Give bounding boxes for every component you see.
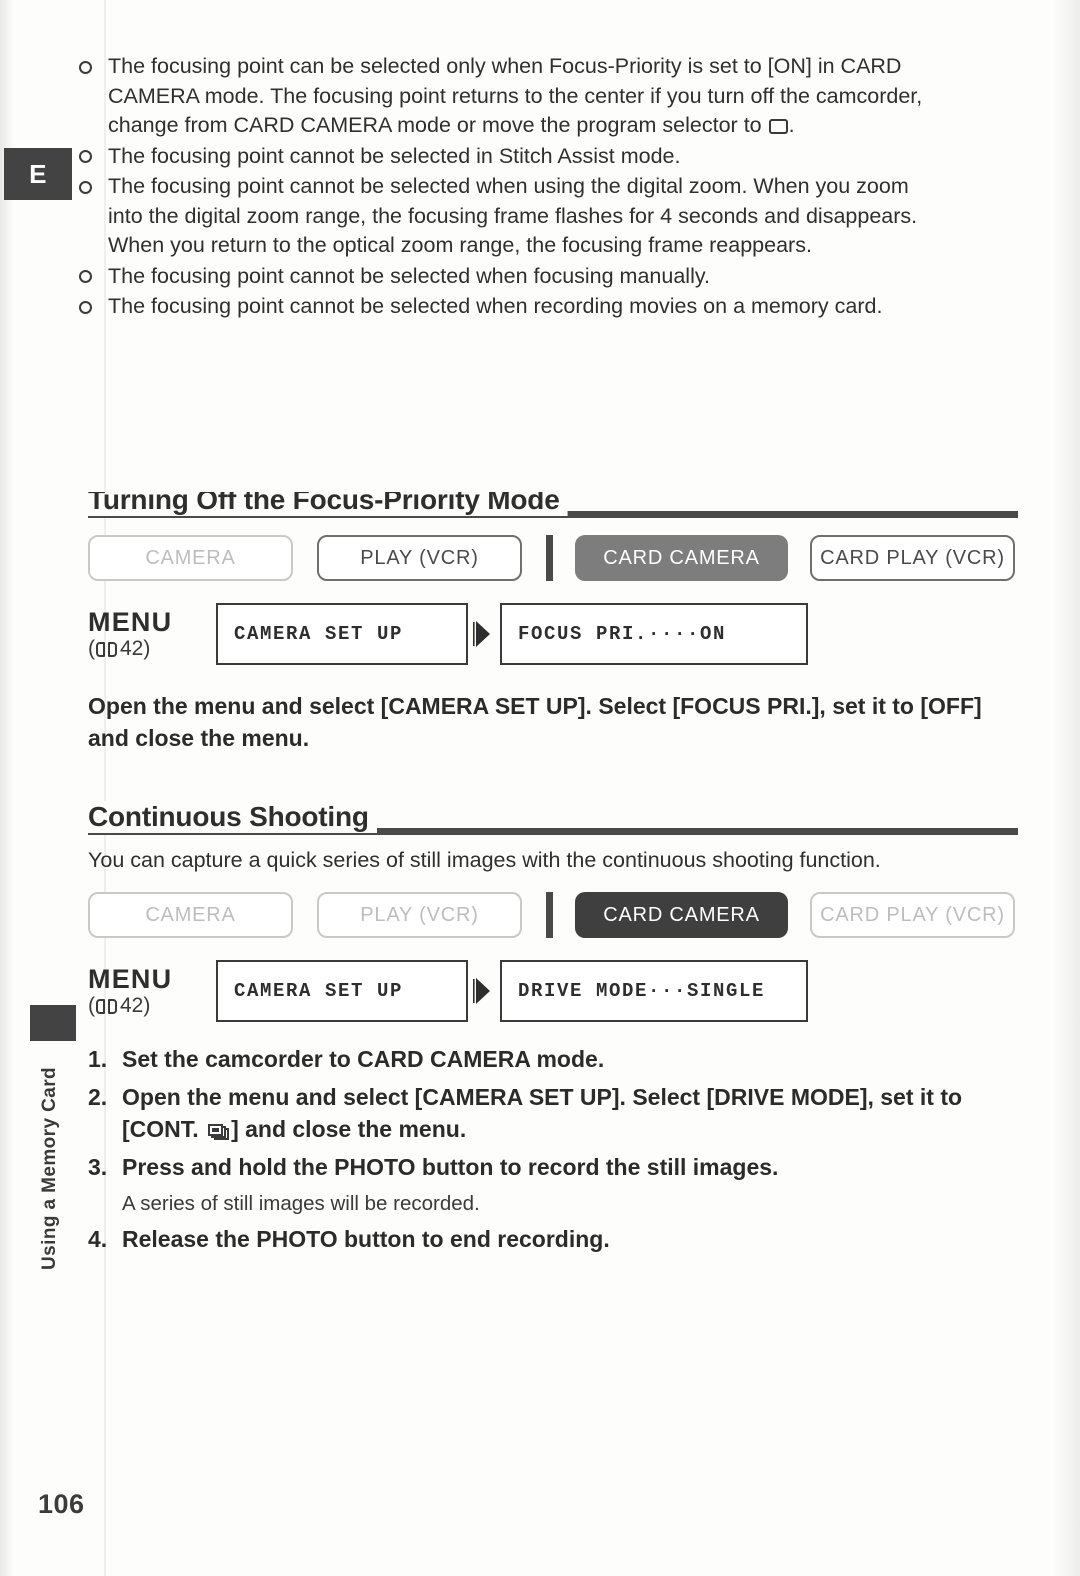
program-selector-icon (768, 119, 788, 134)
mode-pill-play-vcr: PLAY (VCR) (317, 535, 522, 581)
note-text: The focusing point cannot be selected wh… (108, 263, 710, 288)
chevron-right-icon (468, 619, 500, 649)
section-continuous-shooting: Continuous Shooting You can capture a qu… (88, 795, 1018, 1261)
menu-label: MENU (42) (88, 606, 216, 660)
note-text: The focusing point cannot be selected wh… (108, 294, 883, 318)
menu-box-setting[interactable]: DRIVE MODE···SINGLE (500, 960, 808, 1022)
side-tab-label: Using a Memory Card (30, 1040, 70, 1270)
scan-edge-left (0, 0, 14, 1576)
side-tab-block (30, 1005, 76, 1041)
mode-row-divider (546, 892, 553, 938)
bullet-circle-icon (79, 270, 92, 283)
menu-ref-open: ( (88, 637, 95, 661)
chevron-right-icon (468, 976, 500, 1006)
step-text: Press and hold the PHOTO button to recor… (122, 1154, 779, 1180)
notes-list: The focusing point can be selected only … (78, 52, 930, 323)
step-number: 4. (88, 1226, 108, 1252)
step-number: 1. (88, 1046, 108, 1072)
step-number: 2. (88, 1084, 108, 1110)
bullet-circle-icon (79, 60, 92, 74)
book-icon (96, 642, 117, 658)
step-note: A series of still images will be recorde… (122, 1192, 480, 1215)
step-text: Release the PHOTO button to end recordin… (122, 1226, 610, 1252)
step-text: Set the camcorder to CARD CAMERA mode. (122, 1046, 605, 1072)
menu-page-reference: (42) (88, 638, 216, 660)
mode-pill-camera: CAMERA (88, 535, 293, 581)
mode-indicator-row: CAMERA PLAY (VCR) CARD CAMERA CARD PLAY … (88, 887, 1018, 943)
menu-ref-open: ( (88, 994, 95, 1018)
section-heading-continuous-shooting: Continuous Shooting (88, 795, 1018, 835)
instruction-focus-priority: Open the menu and select [CAMERA SET UP]… (88, 693, 982, 751)
menu-path-row: MENU (42) CAMERA SET UP DRIVE MODE···SIN… (88, 953, 1018, 1029)
bullet-circle-icon (79, 300, 92, 314)
scan-edge-right (1054, 0, 1080, 1576)
note-text: The focusing point cannot be selected wh… (108, 174, 918, 257)
menu-box-category[interactable]: CAMERA SET UP (216, 960, 468, 1022)
note-text: The focusing point cannot be selected in… (108, 143, 681, 168)
note-item: The focusing point cannot be selected wh… (78, 172, 930, 261)
mode-pill-card-camera: CARD CAMERA (575, 535, 788, 581)
menu-label: MENU (42) (88, 963, 216, 1017)
note-text-tail: . (788, 113, 795, 137)
mode-pill-play-vcr: PLAY (VCR) (317, 892, 522, 938)
section-focus-priority: Turning Off the Focus-Priority Mode CAME… (88, 478, 1018, 754)
bullet-circle-icon (79, 180, 92, 194)
menu-box-setting[interactable]: FOCUS PRI.····ON (500, 603, 808, 665)
book-icon (96, 999, 117, 1015)
menu-ref-close: ) (143, 994, 151, 1018)
step-item: 3. Press and hold the PHOTO button to re… (88, 1151, 1000, 1183)
mode-pill-card-play-vcr: CARD PLAY (VCR) (810, 892, 1015, 938)
menu-path-row: MENU (42) CAMERA SET UP FOCUS PRI.····ON (88, 596, 1018, 672)
side-tab-label-text: Using a Memory Card (39, 1067, 60, 1270)
mode-pill-card-camera: CARD CAMERA (575, 892, 788, 938)
menu-box-category[interactable]: CAMERA SET UP (216, 603, 468, 665)
section-heading-text: Continuous Shooting (88, 801, 377, 833)
step-item: 2. Open the menu and select [CAMERA SET U… (88, 1081, 1000, 1145)
note-item: The focusing point cannot be selected wh… (78, 292, 930, 322)
step-number: 3. (88, 1154, 108, 1180)
bullet-circle-icon (79, 150, 92, 163)
mode-pill-camera: CAMERA (88, 892, 293, 938)
mode-pill-card-play-vcr: CARD PLAY (VCR) (810, 535, 1015, 581)
note-text-main: The focusing point can be selected only … (108, 54, 923, 137)
continuous-shooting-icon (207, 1123, 230, 1140)
step-text-tail: ] and close the menu. (231, 1116, 467, 1142)
page-number: 106 (38, 1489, 85, 1519)
note-item: The focusing point cannot be selected wh… (78, 262, 930, 292)
language-tab: E (4, 148, 72, 200)
intro-text-continuous-shooting: You can capture a quick series of still … (88, 848, 881, 872)
menu-ref-page: 42 (120, 994, 144, 1018)
step-item: 1. Set the camcorder to CARD CAMERA mode… (88, 1043, 1000, 1075)
menu-label-word: MENU (88, 963, 173, 994)
section-heading-text: Turning Off the Focus-Priority Mode (88, 492, 568, 516)
note-text: The focusing point can be selected only … (108, 52, 930, 141)
menu-ref-page: 42 (120, 637, 144, 661)
mode-row-divider (546, 535, 553, 581)
steps-list: 1. Set the camcorder to CARD CAMERA mode… (88, 1043, 1000, 1255)
note-item: The focusing point cannot be selected in… (78, 142, 930, 172)
menu-page-reference: (42) (88, 995, 216, 1017)
section-heading-focus-priority: Turning Off the Focus-Priority Mode (88, 478, 1018, 518)
menu-ref-close: ) (143, 637, 151, 661)
mode-indicator-row: CAMERA PLAY (VCR) CARD CAMERA CARD PLAY … (88, 530, 1018, 586)
menu-label-word: MENU (88, 606, 173, 637)
note-item: The focusing point can be selected only … (78, 52, 930, 141)
step-item: 4. Release the PHOTO button to end recor… (88, 1223, 1000, 1255)
